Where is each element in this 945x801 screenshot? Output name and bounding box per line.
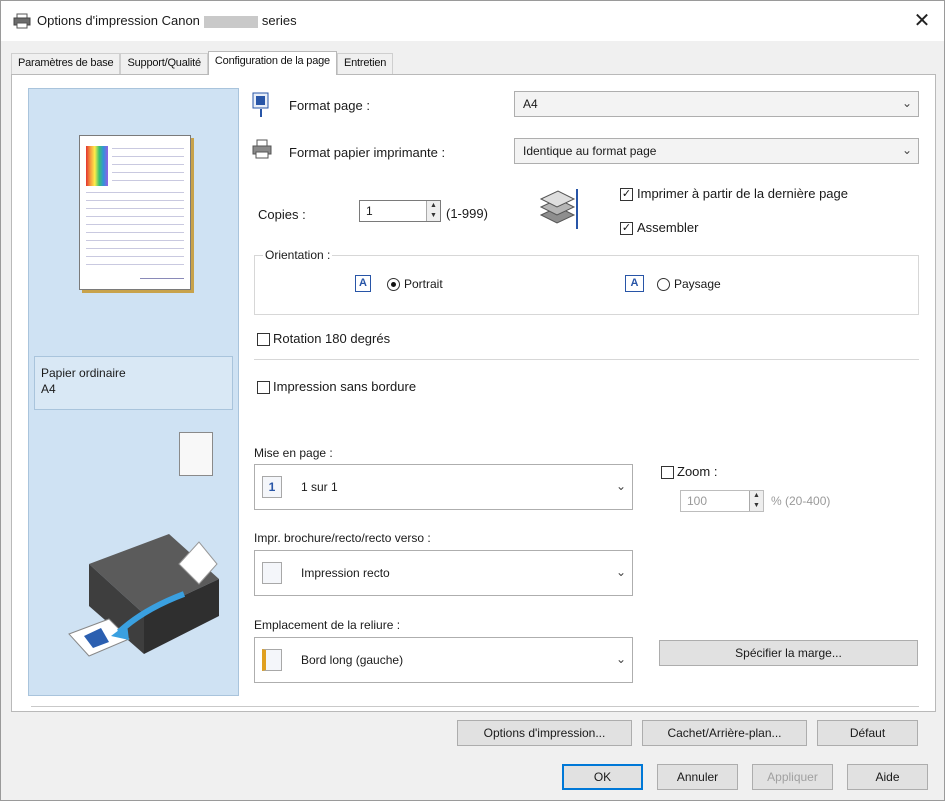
spin-buttons-icon[interactable]: ▲ ▼ <box>426 201 440 221</box>
chevron-down-icon: ⌄ <box>901 143 912 157</box>
borderless-checkbox[interactable] <box>257 381 270 394</box>
printer-paper-label: Format papier imprimante : <box>289 145 446 160</box>
landscape-icon: A <box>625 275 644 292</box>
page-preview <box>79 135 191 290</box>
zoom-value: 100 <box>687 494 708 508</box>
single-sided-icon <box>262 562 282 584</box>
help-button[interactable]: Aide <box>847 764 928 790</box>
close-button[interactable]: ✕ <box>910 9 934 33</box>
duplex-value: Impression recto <box>301 566 390 580</box>
landscape-radio[interactable] <box>657 278 670 291</box>
window-title: Options d'impression Canon series <box>37 13 297 28</box>
tab-page-setup[interactable]: Configuration de la page <box>207 51 337 75</box>
color-sample-block <box>86 146 108 186</box>
portrait-radio[interactable] <box>387 278 400 291</box>
window-title-suffix: series <box>261 13 297 28</box>
orientation-page-icon <box>179 432 213 476</box>
chevron-down-icon: ⌄ <box>615 479 626 493</box>
borderless-label: Impression sans bordure <box>273 379 417 394</box>
apply-button[interactable]: Appliquer <box>752 764 833 790</box>
media-size-text: A4 <box>41 382 56 396</box>
media-type-text: Papier ordinaire <box>41 366 126 380</box>
layout-label: Mise en page : <box>254 446 333 460</box>
printer-paper-icon <box>252 139 272 159</box>
page-size-value: A4 <box>523 97 538 111</box>
printer-paper-dropdown[interactable]: Identique au format page ⌄ <box>514 138 919 164</box>
page-size-icon <box>252 92 269 117</box>
stamp-background-button[interactable]: Cachet/Arrière-plan... <box>642 720 807 746</box>
footer-divider <box>31 706 919 707</box>
collate-label: Assembler <box>637 220 699 235</box>
copies-label: Copies : <box>258 207 306 222</box>
zoom-stepper[interactable]: 100 ▲ ▼ <box>680 490 764 512</box>
rotate-180-checkbox[interactable] <box>257 333 270 346</box>
zoom-label: Zoom : <box>677 464 718 479</box>
printer-illustration-icon <box>68 534 219 657</box>
chevron-down-icon: ⌄ <box>615 652 626 666</box>
one-up-layout-icon: 1 <box>262 476 282 498</box>
window-title-prefix: Options d'impression Canon <box>37 13 200 28</box>
landscape-label: Paysage <box>674 277 721 291</box>
print-options-window: Options d'impression Canon series ✕ Param… <box>0 0 945 801</box>
specify-margin-button[interactable]: Spécifier la marge... <box>659 640 918 666</box>
copies-value: 1 <box>366 204 373 218</box>
layout-value: 1 sur 1 <box>301 480 338 494</box>
preview-pane: Papier ordinaire A4 <box>28 88 239 696</box>
title-bar: Options d'impression Canon series ✕ <box>1 1 944 41</box>
copies-stepper[interactable]: 1 ▲ ▼ <box>359 200 441 222</box>
cancel-button[interactable]: Annuler <box>657 764 738 790</box>
spin-buttons-icon[interactable]: ▲ ▼ <box>749 491 763 511</box>
stacked-pages-icon <box>539 189 578 229</box>
print-options-button[interactable]: Options d'impression... <box>457 720 632 746</box>
copies-range: (1-999) <box>446 206 488 221</box>
print-from-last-checkbox[interactable]: ✓ <box>620 188 633 201</box>
printer-icon <box>13 13 31 29</box>
page-size-label: Format page : <box>289 98 370 113</box>
chevron-down-icon: ⌄ <box>615 565 626 579</box>
media-info-box: Papier ordinaire A4 <box>34 356 233 410</box>
binding-dropdown[interactable]: Bord long (gauche) ⌄ <box>254 637 633 683</box>
page-size-dropdown[interactable]: A4 ⌄ <box>514 91 919 117</box>
portrait-icon: A <box>355 275 371 292</box>
rotate-180-label: Rotation 180 degrés <box>273 331 391 346</box>
zoom-range: % (20-400) <box>771 494 831 508</box>
collate-checkbox[interactable]: ✓ <box>620 222 633 235</box>
duplex-dropdown[interactable]: Impression recto ⌄ <box>254 550 633 596</box>
zoom-checkbox[interactable] <box>661 466 674 479</box>
print-from-last-label: Imprimer à partir de la dernière page <box>637 186 848 201</box>
layout-dropdown[interactable]: 1 1 sur 1 ⌄ <box>254 464 633 510</box>
long-edge-left-icon <box>262 649 282 671</box>
tab-strip: Paramètres de base Support/Qualité Confi… <box>11 51 394 75</box>
tab-basic-settings[interactable]: Paramètres de base <box>11 53 121 75</box>
binding-value: Bord long (gauche) <box>301 653 404 667</box>
orientation-label: Orientation : <box>263 248 333 262</box>
binding-label: Emplacement de la reliure : <box>254 618 401 632</box>
tab-maintenance[interactable]: Entretien <box>336 53 394 75</box>
duplex-label: Impr. brochure/recto/recto verso : <box>254 531 431 545</box>
tab-media-quality[interactable]: Support/Qualité <box>120 53 208 75</box>
orientation-group <box>254 255 919 315</box>
ok-button[interactable]: OK <box>562 764 643 790</box>
printer-paper-value: Identique au format page <box>523 144 657 158</box>
divider <box>254 359 919 360</box>
portrait-label: Portrait <box>404 277 443 291</box>
defaults-button[interactable]: Défaut <box>817 720 918 746</box>
redacted-model-name <box>203 15 258 28</box>
chevron-down-icon: ⌄ <box>901 96 912 110</box>
